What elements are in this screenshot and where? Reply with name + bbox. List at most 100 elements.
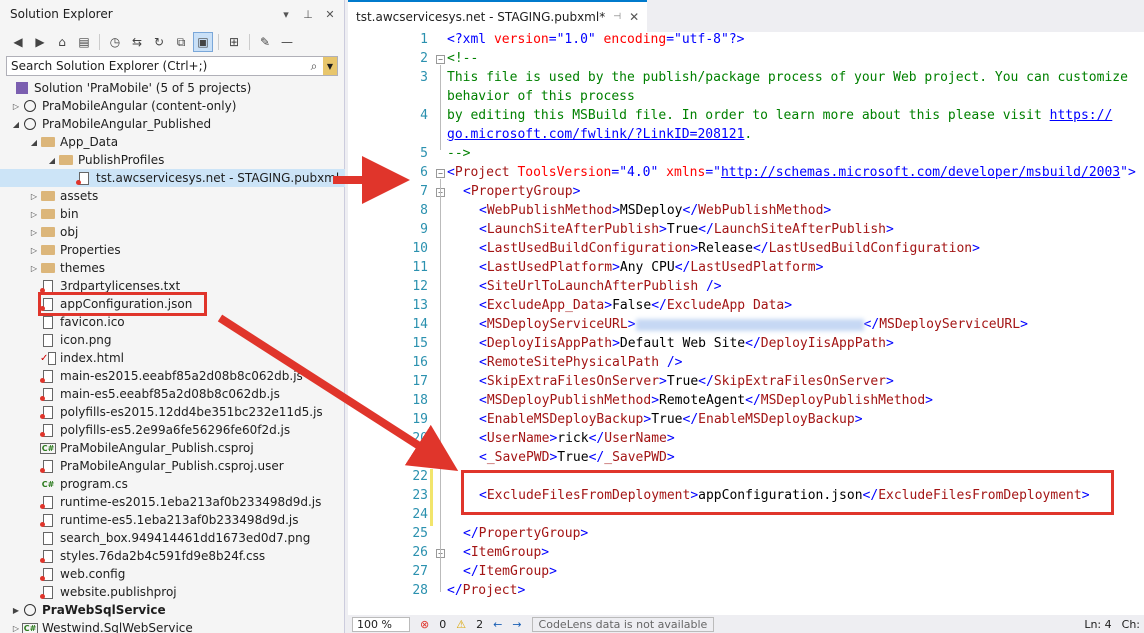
pin-icon[interactable]: ⊥ [300, 8, 316, 21]
tree-item-project[interactable]: ▷ C# Westwind.SqlWebService [0, 619, 345, 633]
column-indicator: Ch: [1121, 617, 1140, 631]
line-number: 24 [412, 507, 428, 522]
tree-item-file-selected[interactable]: tst.awcservicesys.net - STAGING.pubxml [0, 169, 345, 187]
line-number: 7 [420, 184, 428, 199]
code-token: "> [1120, 165, 1136, 180]
code-line-11: <LastUsedPlatform>Any CPU</LastUsedPlatf… [479, 260, 824, 275]
tree-item-folder[interactable]: ▷ assets [0, 187, 345, 205]
code-link[interactable]: https:// [1050, 108, 1113, 123]
tree-item-file[interactable]: main-es5.eeabf85a2d08b8c062db.js [0, 385, 345, 403]
error-icon[interactable]: ⊗ [420, 618, 429, 631]
tree-item-folder[interactable]: ▷ Properties [0, 241, 345, 259]
tree-item-file[interactable]: website.publishproj [0, 583, 345, 601]
tree-item-label: search_box.949414461dd1673ed0d7.png [60, 531, 311, 545]
search-options-dropdown-icon[interactable]: ▼ [323, 57, 337, 75]
navigate-forward-icon[interactable]: → [512, 618, 521, 631]
code-line-7: <PropertyGroup> [463, 184, 581, 199]
close-icon[interactable]: ✕ [322, 8, 338, 21]
tree-item-folder[interactable]: ▷ obj [0, 223, 345, 241]
tree-item-file[interactable]: styles.76da2b4c591fd9e8b24f.css [0, 547, 345, 565]
more-icon[interactable]: — [277, 32, 297, 52]
search-input[interactable]: Search Solution Explorer (Ctrl+;) ⌕ ▼ [6, 56, 338, 76]
fold-toggle-icon[interactable]: − [436, 55, 445, 64]
code-line-2: <!-- [447, 51, 479, 66]
tree-item-label: assets [60, 189, 99, 203]
code-link[interactable]: go.microsoft.com/fwlink/?LinkID=208121 [447, 127, 744, 142]
forward-icon[interactable]: ▶ [30, 32, 50, 52]
switch-views-icon[interactable]: ▤ [74, 32, 94, 52]
tree-item-project[interactable]: ▶ PraWebSqlService [0, 601, 345, 619]
tree-item-file[interactable]: web.config [0, 565, 345, 583]
code-token: ="utf-8" [666, 32, 729, 47]
code-token: Project [454, 165, 510, 180]
code-line-3: This file is used by the publish/package… [447, 70, 1128, 85]
line-number: 25 [412, 526, 428, 541]
tree-item-file[interactable]: polyfills-es5.2e99a6fe56296fe60f2d.js [0, 421, 345, 439]
fold-toggle-icon[interactable]: − [436, 169, 445, 178]
code-token: EnableMSDeployBackup [698, 412, 855, 427]
properties-wrench-icon[interactable]: ✎ [255, 32, 275, 52]
line-number: 3 [420, 70, 428, 85]
tree-item-folder[interactable]: ▷ themes [0, 259, 345, 277]
editor-tab-active[interactable]: tst.awcservicesys.net - STAGING.pubxml* … [348, 0, 648, 32]
refresh-icon[interactable]: ↻ [149, 32, 169, 52]
tree-item-file[interactable]: runtime-es2015.1eba213af0b233498d9d.js [0, 493, 345, 511]
pending-changes-icon[interactable]: ◷ [105, 32, 125, 52]
back-icon[interactable]: ◀ [8, 32, 28, 52]
code-link[interactable]: http://schemas.microsoft.com/developer/m… [721, 165, 1120, 180]
js-file-icon [40, 423, 56, 437]
code-line-4-wrap: go.microsoft.com/fwlink/?LinkID=208121. [447, 127, 752, 142]
code-token: WebPublishMethod [698, 203, 824, 218]
collapse-all-icon[interactable]: ⧉ [171, 32, 191, 52]
search-icon[interactable]: ⌕ [305, 59, 323, 74]
code-token: <?xml [447, 32, 494, 47]
pin-icon[interactable]: ⊣ [613, 12, 621, 22]
tree-item-label: themes [60, 261, 106, 275]
tree-item-label: styles.76da2b4c591fd9e8b24f.css [60, 549, 266, 563]
code-token: False [612, 298, 652, 313]
tree-item-file[interactable]: ✓ index.html [0, 349, 345, 367]
code-token: DeployIisAppPath [486, 336, 613, 351]
tree-item-file[interactable]: C# program.cs [0, 475, 345, 493]
preview-icon[interactable]: ⊞ [224, 32, 244, 52]
tree-item-project[interactable]: ◢ PraMobileAngular_Published [0, 115, 345, 133]
code-area[interactable]: 1 2 3 4 5 6 7 8 9 10 11 12 13 14 15 16 1… [348, 32, 1144, 615]
zoom-selector[interactable]: 100 % [352, 616, 410, 632]
tree-item-file[interactable]: polyfills-es2015.12dd4be351bc232e11d5.js [0, 403, 345, 421]
code-token: ItemGroup [478, 564, 550, 579]
tree-item-file[interactable]: icon.png [0, 331, 345, 349]
code-token: MSDeployServiceURL [486, 317, 628, 332]
warning-icon[interactable]: ⚠ [456, 618, 466, 631]
show-all-files-icon[interactable]: ▣ [193, 32, 213, 52]
dropdown-arrow-icon[interactable]: ▾ [278, 8, 294, 21]
tree-item-solution[interactable]: Solution 'PraMobile' (5 of 5 projects) [0, 79, 345, 97]
code-token: True [651, 412, 683, 427]
js-file-icon [40, 513, 56, 527]
tree-item-file[interactable]: C# PraMobileAngular_Publish.csproj [0, 439, 345, 457]
sync-icon[interactable]: ⇆ [127, 32, 147, 52]
code-token: Release [698, 241, 753, 256]
warning-count: 2 [476, 617, 484, 631]
tree-item-label: obj [60, 225, 79, 239]
code-line-17: <SkipExtraFilesOnServer>True</SkipExtraF… [479, 374, 894, 389]
line-number: 10 [412, 241, 428, 256]
tree-item-file[interactable]: search_box.949414461dd1673ed0d7.png [0, 529, 345, 547]
globe-icon [22, 117, 38, 131]
tree-item-file[interactable]: PraMobileAngular_Publish.csproj.user [0, 457, 345, 475]
tree-item-file[interactable]: runtime-es5.1eba213af0b233498d9d.js [0, 511, 345, 529]
home-icon[interactable]: ⌂ [52, 32, 72, 52]
tree-item-label: main-es2015.eeabf85a2d08b8c062db.js [60, 369, 303, 383]
code-token: LastUsedPlatform [690, 260, 816, 275]
tree-item-folder[interactable]: ◢ PublishProfiles [0, 151, 345, 169]
tree-item-project[interactable]: ▷ PraMobileAngular (content-only) [0, 97, 345, 115]
line-number: 20 [412, 431, 428, 446]
js-file-icon [40, 405, 56, 419]
csproj-file-icon: C# [39, 442, 57, 454]
close-tab-icon[interactable]: ✕ [629, 10, 639, 24]
tree-item-label: web.config [60, 567, 126, 581]
tree-item-folder[interactable]: ▷ bin [0, 205, 345, 223]
navigate-back-icon[interactable]: ← [493, 618, 502, 631]
tree-item-folder[interactable]: ◢ App_Data [0, 133, 345, 151]
code-token: . [744, 127, 753, 142]
tree-item-file[interactable]: main-es2015.eeabf85a2d08b8c062db.js [0, 367, 345, 385]
